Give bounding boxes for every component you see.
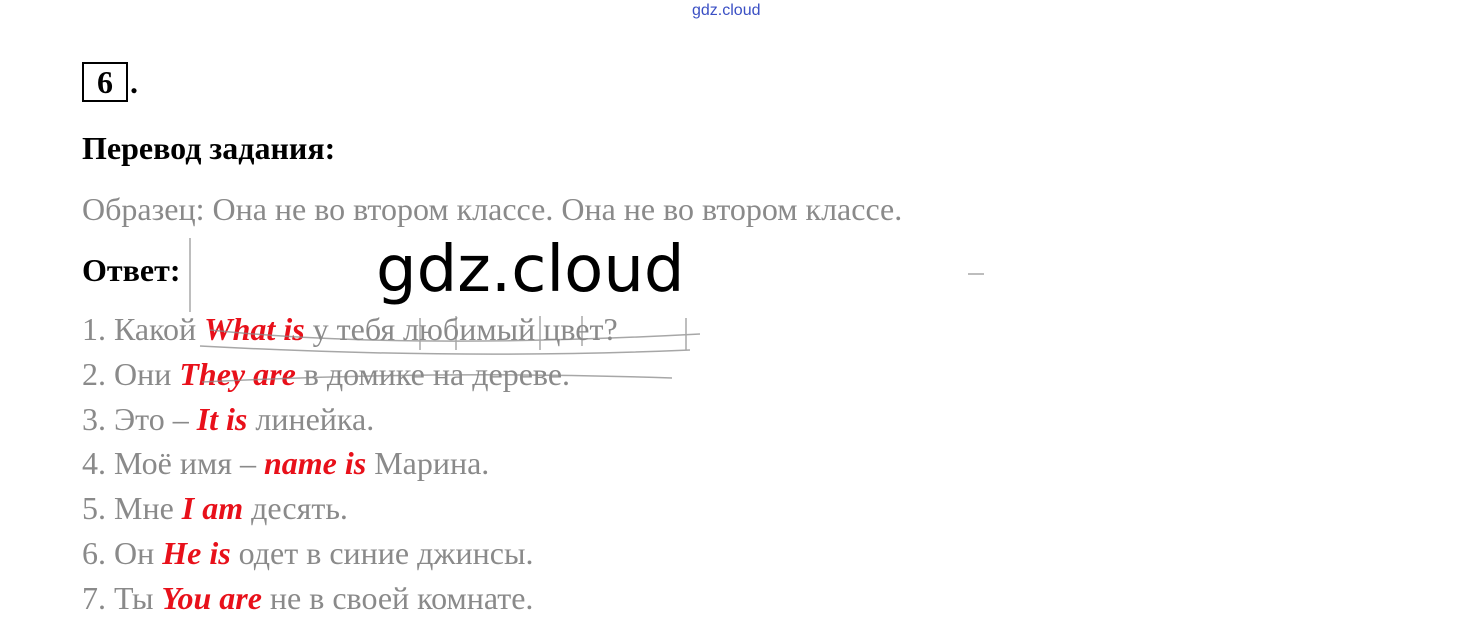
list-item: 4. Моё имя – name is Марина. [82, 441, 618, 486]
item-after: Марина. [374, 445, 490, 482]
item-after: не в своей комнате. [269, 579, 534, 616]
task-number-box: 6 [82, 62, 128, 102]
item-number: 4. [82, 445, 106, 482]
task-heading: Перевод задания: [82, 130, 336, 166]
item-answer: It is [196, 400, 248, 437]
item-number: 6. [82, 534, 106, 571]
example-sentence: Образец: Она не во втором классе. Она не… [82, 191, 903, 227]
item-answer: What is [204, 311, 305, 347]
list-item: 3. Это – It is линейка. [82, 397, 618, 442]
item-before: Он [114, 534, 155, 571]
list-item: 7. Ты You are не в своей комнате. [82, 576, 618, 621]
item-answer: He is [162, 534, 231, 571]
list-item: 6. Он He is одет в синие джинсы. [82, 531, 618, 576]
task-number-dot: . [130, 64, 138, 100]
item-answer: You are [161, 579, 262, 616]
list-item: 5. Мне I am десять. [82, 486, 618, 531]
answer-list: 1. Какой What is у тебя любимый цвет? 2.… [82, 307, 618, 621]
item-after: в домике на дереве. [303, 355, 571, 392]
item-number: 2. [82, 355, 106, 392]
item-number: 3. [82, 400, 106, 437]
item-before: Это – [114, 400, 189, 437]
list-item: 1. Какой What is у тебя любимый цвет? [82, 307, 618, 352]
item-after: одет в синие джинсы. [238, 534, 534, 571]
watermark-top: gdz.cloud [692, 2, 761, 19]
item-before: Моё имя – [114, 445, 256, 482]
item-before: Ты [114, 579, 154, 616]
item-number: 7. [82, 579, 106, 616]
item-answer: name is [263, 445, 367, 482]
item-number: 1. [82, 311, 106, 347]
item-number: 5. [82, 490, 106, 527]
item-after: у тебя любимый цвет? [312, 311, 618, 347]
item-after: линейка. [255, 400, 375, 437]
item-before: Они [114, 355, 172, 392]
list-item: 2. Они They are в домике на дереве. [82, 352, 618, 397]
item-answer: I am [181, 490, 244, 527]
item-answer: They are [179, 355, 296, 392]
item-before: Какой [114, 311, 197, 347]
item-after: десять. [251, 490, 348, 527]
answer-label: Ответ: [82, 252, 181, 288]
watermark-big: gdz.cloud [376, 233, 685, 307]
item-before: Мне [114, 490, 174, 527]
